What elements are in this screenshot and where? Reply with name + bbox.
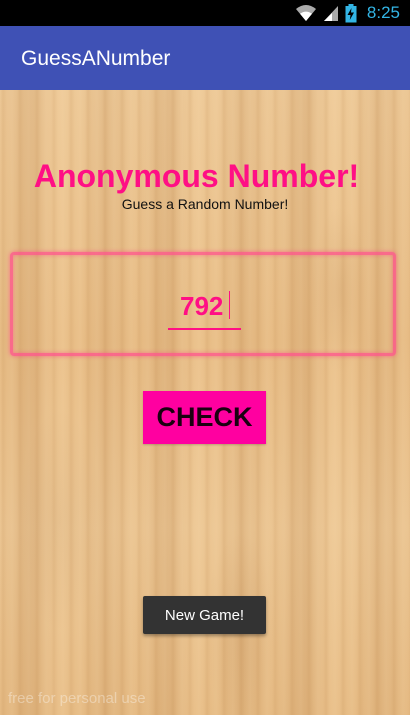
page-subtitle: Guess a Random Number! bbox=[121, 196, 289, 212]
status-bar: 8:25 bbox=[0, 0, 410, 26]
status-icons: 8:25 bbox=[295, 3, 400, 23]
app-title: GuessANumber bbox=[21, 47, 171, 70]
text-cursor bbox=[229, 291, 230, 319]
watermark-text: free for personal use bbox=[8, 690, 146, 707]
battery-charging-icon bbox=[345, 3, 357, 22]
guess-number-input[interactable] bbox=[168, 284, 241, 330]
check-button[interactable]: CHECK bbox=[143, 391, 266, 444]
page-title: Anonymous Number! bbox=[33, 158, 360, 194]
new-game-button[interactable]: New Game! bbox=[143, 596, 266, 634]
wifi-icon bbox=[295, 5, 316, 21]
status-time: 8:25 bbox=[366, 3, 400, 22]
app-bar: GuessANumber bbox=[0, 26, 410, 90]
signal-icon bbox=[323, 6, 338, 21]
